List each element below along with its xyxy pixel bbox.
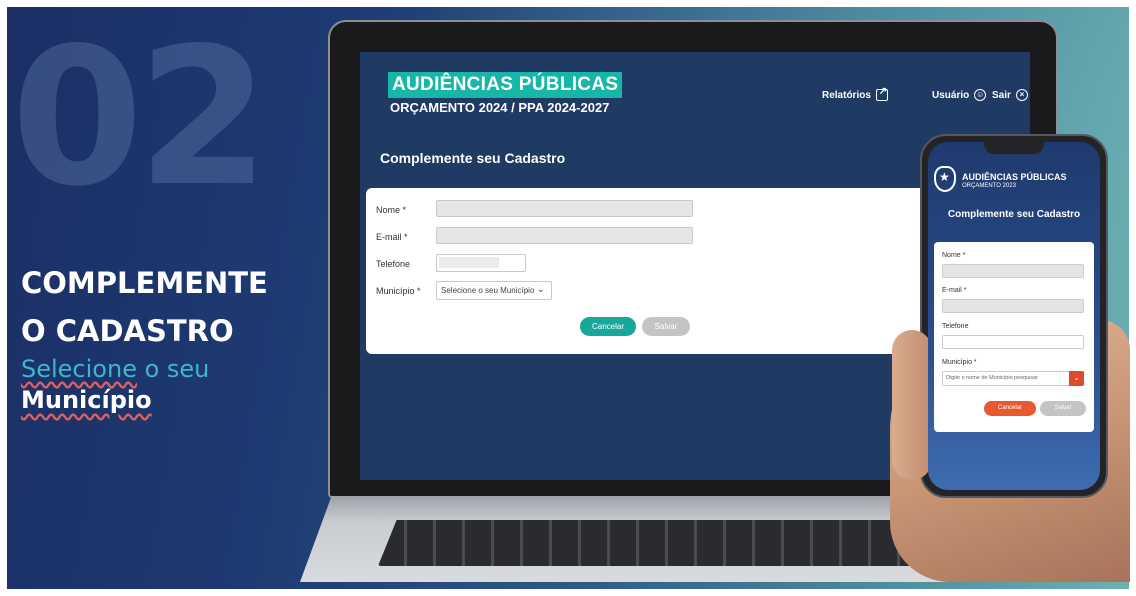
heading-line-1: COMPLEMENTE <box>21 266 268 300</box>
phone-input[interactable] <box>436 254 526 272</box>
sub-word-select: Selecione <box>21 355 137 383</box>
user-icon: ☺ <box>974 89 987 101</box>
nav-user-link[interactable]: Usuário ☺ <box>932 89 987 101</box>
app-logo-subtitle: ORÇAMENTO 2024 / PPA 2024-2027 <box>390 100 610 115</box>
slide-subheading: Selecione o seu <box>21 354 209 384</box>
thumb-image <box>892 330 932 480</box>
mobile-email-input[interactable] <box>942 299 1084 313</box>
mobile-name-input[interactable] <box>942 264 1084 278</box>
name-label: Nome * <box>376 205 407 215</box>
nav-logout-label: Sair <box>992 89 1011 101</box>
phone-notch <box>984 142 1044 154</box>
heading-line-2: O CADASTRO <box>21 314 234 348</box>
nav-user-label: Usuário <box>932 89 970 101</box>
mobile-form-title: Complemente seu Cadastro <box>947 209 1081 220</box>
mobile-municipality-select[interactable]: Digite o nome do Município pesquisar ⌄ <box>942 371 1084 386</box>
nav-logout-link[interactable]: Sair × <box>992 89 1028 101</box>
slide-heading: COMPLEMENTE O CADASTRO <box>21 259 268 355</box>
mobile-name-label: Nome * <box>942 252 966 259</box>
mobile-save-button[interactable]: Salvar <box>1040 401 1086 416</box>
mobile-logo-subtitle: ORÇAMENTO 2023 <box>962 183 1016 189</box>
chevron-down-icon[interactable]: ⌄ <box>1069 371 1084 386</box>
mobile-email-label: E-mail * <box>942 287 967 294</box>
app-logo-title: AUDIÊNCIAS PÚBLICAS <box>388 72 623 98</box>
email-input[interactable] <box>436 227 693 244</box>
sub-word-rest: o seu <box>136 355 210 383</box>
step-number: 02 <box>11 7 269 228</box>
nav-reports-link[interactable]: Relatórios <box>822 86 888 101</box>
municipality-label: Município * <box>376 286 421 296</box>
phone-label: Telefone <box>376 259 411 269</box>
municipality-select[interactable]: Selecione o seu Município ⌄ <box>436 281 552 300</box>
mobile-registration-form: Nome * E-mail * Telefone Município * Dig… <box>934 242 1094 432</box>
chevron-down-icon: ⌄ <box>536 284 545 295</box>
nav-reports-label: Relatórios <box>822 89 871 101</box>
municipality-select-value: Selecione o seu Município <box>441 286 535 295</box>
slide-subheading-line-2: Município <box>21 386 152 414</box>
mobile-phone-label: Telefone <box>942 323 969 330</box>
mobile-municipality-label: Município * <box>942 359 977 366</box>
name-input[interactable] <box>436 200 693 217</box>
crest-icon <box>934 166 956 192</box>
email-label: E-mail * <box>376 232 408 242</box>
phone-screen: AUDIÊNCIAS PÚBLICAS ORÇAMENTO 2023 Compl… <box>928 142 1100 490</box>
close-circle-icon: × <box>1015 89 1028 101</box>
mobile-phone-input[interactable] <box>942 335 1084 349</box>
mobile-logo-title: AUDIÊNCIAS PÚBLICAS <box>962 172 1067 182</box>
external-link-icon <box>875 86 888 101</box>
save-button[interactable]: Salvar <box>642 317 690 336</box>
mobile-cancel-button[interactable]: Cancelar <box>984 401 1036 416</box>
form-title: Complemente seu Cadastro <box>380 150 566 166</box>
cancel-button[interactable]: Cancelar <box>580 317 636 336</box>
mobile-municipality-placeholder: Digite o nome do Município pesquisar <box>946 375 1039 381</box>
